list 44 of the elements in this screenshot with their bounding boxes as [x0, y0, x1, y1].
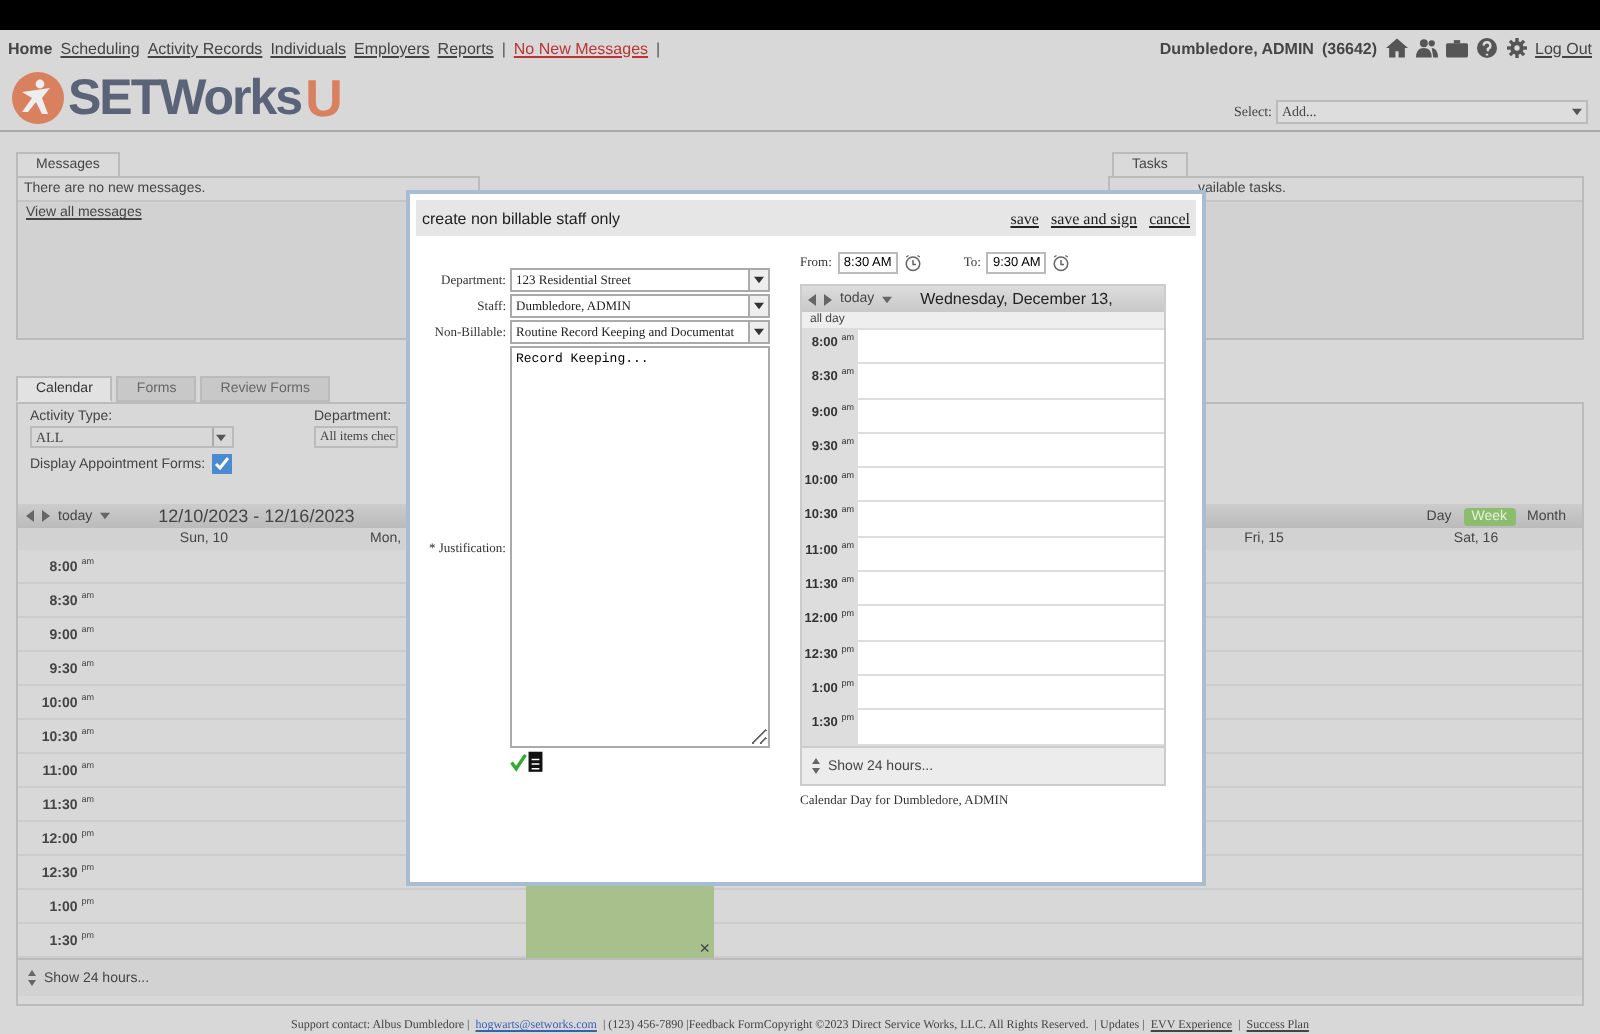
nav-link[interactable]: Activity Records — [147, 39, 263, 57]
checkbox[interactable] — [211, 454, 232, 474]
logout-link[interactable]: Log Out — [1535, 39, 1592, 57]
previous-icon[interactable] — [808, 293, 816, 305]
caret-icon — [754, 302, 764, 310]
help-icon[interactable] — [1475, 38, 1498, 58]
previous-icon[interactable] — [26, 510, 34, 522]
separator: | — [501, 39, 506, 57]
caret-icon[interactable] — [882, 295, 893, 303]
dialog-action-link[interactable]: save — [1010, 209, 1039, 227]
logo-text: SETWorks — [68, 69, 302, 127]
caret-icon — [754, 328, 764, 336]
next-icon[interactable] — [824, 293, 832, 305]
nav-link[interactable]: Home — [8, 39, 53, 57]
home-icon[interactable] — [1385, 38, 1408, 58]
nav-link[interactable]: Employers — [354, 39, 430, 57]
calendar-date: Wednesday, December 13, — [920, 290, 1113, 308]
date-range: 12/10/2023 - 12/16/2023 — [158, 506, 355, 526]
dialog-action-link[interactable]: save and sign — [1050, 209, 1138, 227]
people-icon[interactable] — [1415, 38, 1438, 58]
user-id: (36642) — [1321, 39, 1378, 57]
expand-icon[interactable] — [812, 758, 820, 774]
caret-icon — [754, 276, 764, 284]
separator: | — [656, 39, 661, 57]
settings-icon[interactable] — [1505, 38, 1528, 58]
expand-icon[interactable] — [28, 970, 36, 986]
briefcase-icon[interactable] — [1445, 38, 1468, 58]
caret-icon[interactable] — [100, 512, 111, 520]
caret-icon — [1572, 108, 1582, 116]
spellcheck-drawing[interactable] — [510, 750, 544, 772]
dialog-action-link[interactable]: cancel — [1149, 209, 1190, 227]
nav-link[interactable]: Reports — [437, 39, 494, 57]
logo-icon — [12, 72, 64, 124]
nav-link[interactable]: Scheduling — [60, 39, 140, 57]
next-icon[interactable] — [42, 510, 50, 522]
clock-icon[interactable] — [1052, 253, 1071, 271]
messages-link[interactable]: No New Messages — [513, 39, 649, 57]
logo-letter: U — [305, 67, 343, 129]
dialog-title: create non billable staff only — [422, 209, 621, 227]
caret-icon — [216, 433, 226, 441]
nav-link[interactable]: Individuals — [270, 39, 346, 57]
close-icon[interactable]: × — [699, 940, 710, 958]
clock-icon[interactable] — [903, 253, 922, 271]
user-name: Dumbledore, ADMIN — [1159, 39, 1314, 57]
